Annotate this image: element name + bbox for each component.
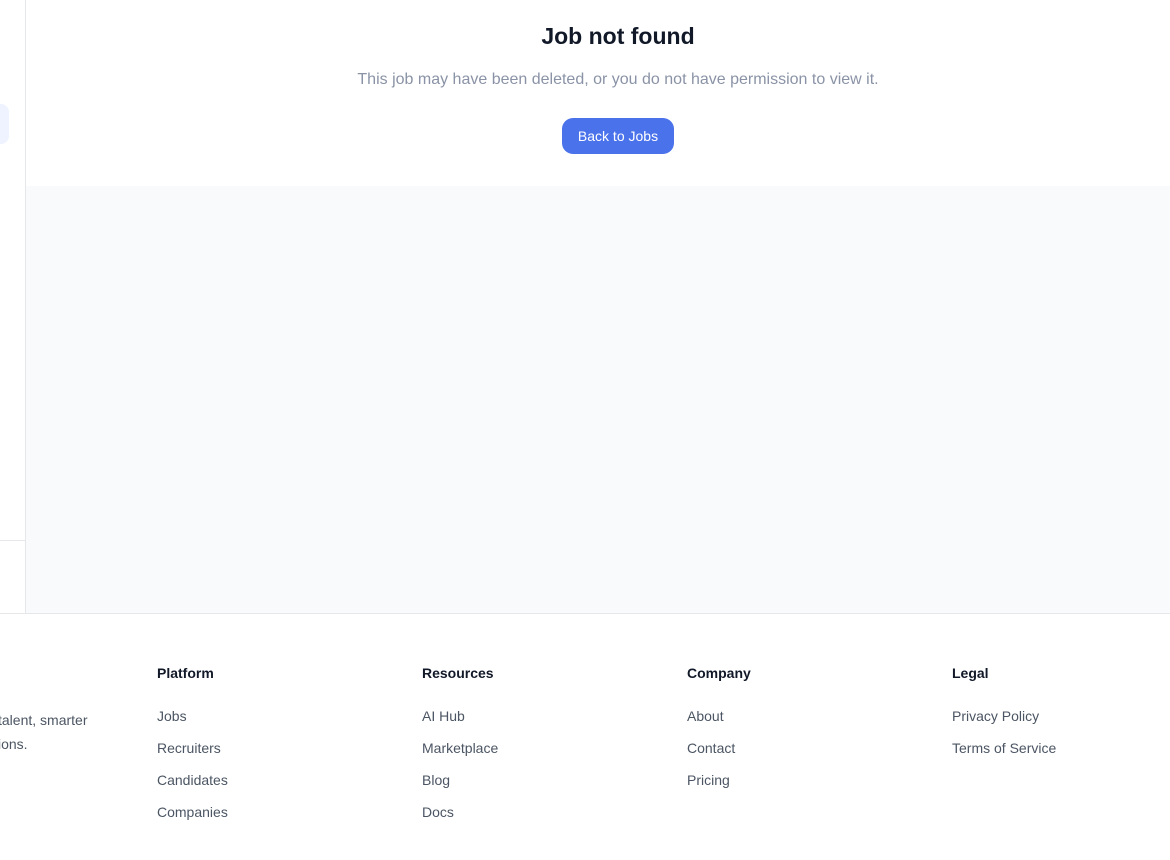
footer-link-docs[interactable]: Docs — [422, 804, 454, 820]
footer-link-privacy-policy[interactable]: Privacy Policy — [952, 708, 1039, 724]
footer-link-ai-hub[interactable]: AI Hub — [422, 708, 465, 724]
page: Job not found This job may have been del… — [0, 0, 1170, 860]
footer-link-candidates[interactable]: Candidates — [157, 772, 228, 788]
not-found-panel: Job not found This job may have been del… — [26, 0, 1170, 186]
main-content: Job not found This job may have been del… — [26, 0, 1170, 613]
footer-link-marketplace[interactable]: Marketplace — [422, 740, 498, 756]
footer-link-companies[interactable]: Companies — [157, 804, 228, 820]
footer-link-recruiters[interactable]: Recruiters — [157, 740, 221, 756]
footer-tagline: l talent, smarter sions. — [0, 708, 141, 756]
sidebar-item-active[interactable] — [0, 104, 9, 144]
sidebar — [0, 0, 26, 613]
footer-heading: Legal — [952, 665, 989, 681]
footer-link-contact[interactable]: Contact — [687, 740, 735, 756]
footer-heading: Company — [687, 665, 751, 681]
footer-link-terms-of-service[interactable]: Terms of Service — [952, 740, 1056, 756]
footer-link-pricing[interactable]: Pricing — [687, 772, 730, 788]
footer: l talent, smarter sions. Platform Jobs R… — [0, 613, 1170, 860]
sidebar-divider — [0, 540, 25, 541]
footer-tagline-line: l talent, smarter — [0, 712, 88, 728]
footer-column-company: Company About Contact Pricing — [687, 664, 751, 788]
footer-link-blog[interactable]: Blog — [422, 772, 450, 788]
footer-link-jobs[interactable]: Jobs — [157, 708, 187, 724]
back-to-jobs-button[interactable]: Back to Jobs — [562, 118, 674, 154]
footer-link-about[interactable]: About — [687, 708, 724, 724]
not-found-message: This job may have been deleted, or you d… — [357, 71, 879, 88]
footer-column-legal: Legal Privacy Policy Terms of Service — [952, 664, 1056, 756]
footer-column-resources: Resources AI Hub Marketplace Blog Docs — [422, 664, 498, 820]
footer-tagline-line: sions. — [0, 736, 28, 752]
page-title: Job not found — [541, 23, 695, 49]
footer-heading: Resources — [422, 665, 494, 681]
footer-column-platform: Platform Jobs Recruiters Candidates Comp… — [157, 664, 228, 820]
footer-heading: Platform — [157, 665, 214, 681]
